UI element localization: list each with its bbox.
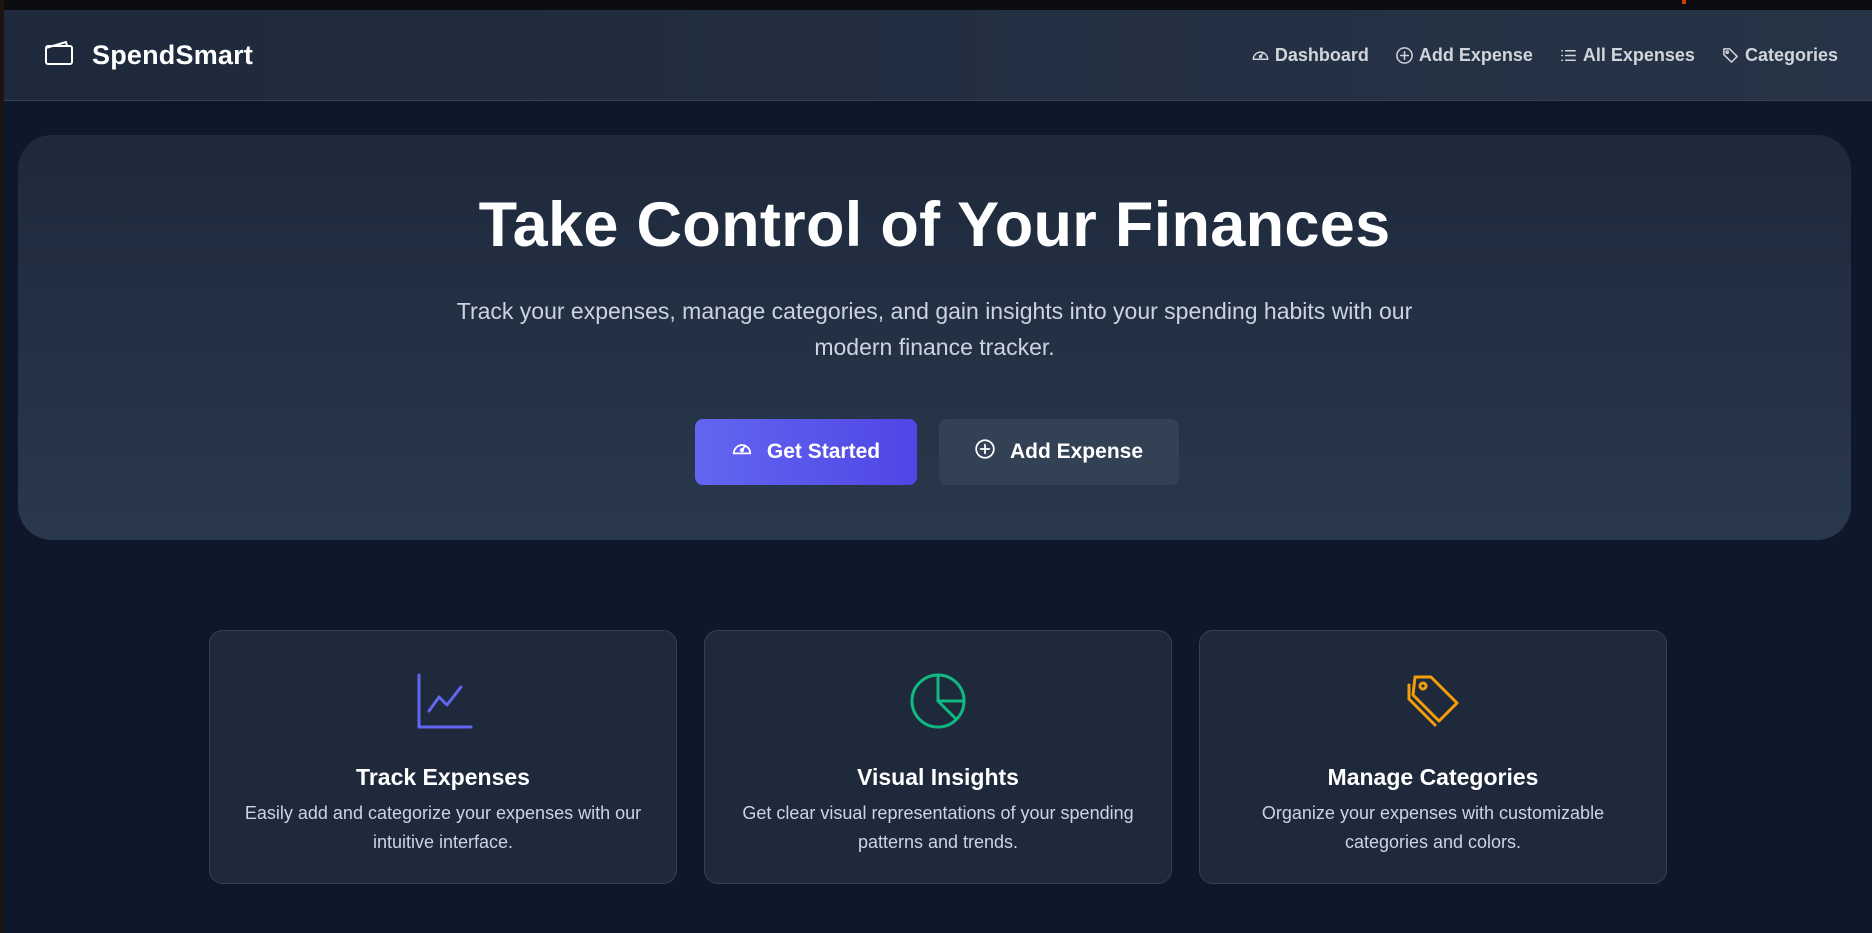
line-chart-icon (413, 671, 473, 731)
nav-item-all-expenses[interactable]: All Expenses (1559, 45, 1695, 66)
feature-description: Easily add and categorize your expenses … (244, 803, 642, 852)
features-section: Track Expenses Easily add and categorize… (209, 630, 1667, 884)
wallet-icon (44, 40, 74, 71)
hero-title: Take Control of Your Finances (478, 190, 1391, 260)
top-strip-accent (1682, 0, 1686, 4)
brand-name: SpendSmart (92, 39, 254, 70)
nav-item-label: Add Expense (1418, 44, 1533, 65)
plus-circle-icon (974, 438, 996, 466)
app-page: SpendSmart Dashboard Add Expense All Exp… (0, 0, 1872, 933)
feature-card-track-expenses: Track Expenses Easily add and categorize… (209, 630, 677, 884)
navbar: SpendSmart Dashboard Add Expense All Exp… (4, 10, 1872, 101)
feature-title: Manage Categories (1327, 764, 1539, 790)
tags-icon (1721, 46, 1740, 65)
feature-title: Track Expenses (356, 764, 530, 790)
brand[interactable]: SpendSmart (44, 40, 253, 71)
nav-item-add-expense[interactable]: Add Expense (1395, 45, 1533, 66)
tags-icon (1403, 671, 1463, 731)
nav-item-label: All Expenses (1582, 44, 1695, 65)
get-started-button[interactable]: Get Started (694, 419, 917, 485)
main-nav: Dashboard Add Expense All Expenses Categ… (1251, 45, 1838, 66)
hero-subtitle: Track your expenses, manage categories, … (456, 298, 1413, 360)
add-expense-label: Add Expense (1009, 440, 1144, 463)
nav-item-label: Categories (1744, 44, 1838, 65)
gauge-icon (731, 438, 753, 466)
feature-card-manage-categories: Manage Categories Organize your expenses… (1199, 630, 1667, 884)
feature-card-visual-insights: Visual Insights Get clear visual represe… (704, 630, 1172, 884)
nav-item-dashboard[interactable]: Dashboard (1251, 45, 1369, 66)
list-icon (1559, 46, 1578, 65)
nav-item-label: Dashboard (1274, 44, 1369, 65)
hero-section: Take Control of Your Finances Track your… (18, 135, 1851, 540)
feature-title: Visual Insights (857, 764, 1019, 790)
pie-chart-icon (908, 671, 968, 731)
feature-description: Get clear visual representations of your… (742, 803, 1134, 852)
add-expense-button[interactable]: Add Expense (938, 419, 1179, 485)
plus-circle-icon (1395, 46, 1414, 65)
get-started-label: Get Started (766, 440, 881, 463)
gauge-icon (1251, 46, 1270, 65)
feature-description: Organize your expenses with customizable… (1261, 803, 1605, 852)
window-top-strip (4, 0, 1872, 10)
nav-item-categories[interactable]: Categories (1721, 45, 1838, 66)
hero-actions: Get Started Add Expense (18, 419, 1851, 485)
